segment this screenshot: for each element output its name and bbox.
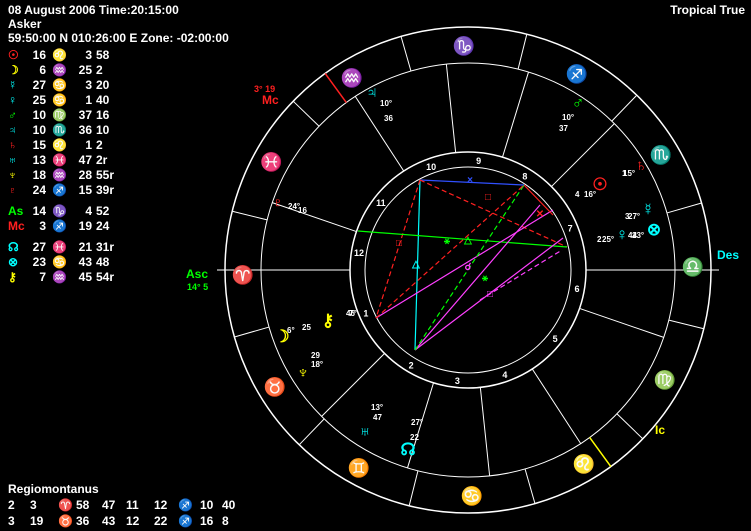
- house-number: 3: [455, 376, 460, 386]
- sign-boundary: [524, 468, 536, 504]
- libra-icon: ♎: [682, 256, 704, 277]
- sign-boundary: [408, 470, 419, 506]
- planet-minute-label: 4: [575, 190, 580, 199]
- fortune-icon: ⊗: [647, 220, 661, 239]
- aspect-symbol: ⚹: [481, 273, 489, 284]
- sign-boundary: [668, 319, 704, 330]
- sign-boundary: [611, 94, 638, 122]
- house-number: 1: [363, 308, 368, 318]
- aries-icon: ♈: [232, 264, 254, 285]
- pluto-icon: ♇: [272, 193, 285, 212]
- planet-minute-label: 22: [410, 433, 419, 442]
- house-number: 12: [354, 248, 364, 258]
- saturn-icon: ♄: [635, 156, 648, 175]
- sign-boundary: [517, 34, 528, 70]
- taurus-icon: ♉: [264, 376, 286, 397]
- aspect-symbol: ⚹: [443, 236, 451, 247]
- aspect-symbol: ✕: [536, 209, 544, 220]
- planet-degree-label: 25°: [602, 235, 614, 244]
- sign-boundary: [232, 210, 268, 221]
- imum-coeli-label: Ic: [655, 423, 665, 437]
- virgo-icon: ♍: [654, 369, 676, 390]
- planet-minute-label: 37: [559, 124, 568, 133]
- chart-window: 08 August 2006 Time:20:15:00 Asker 59:50…: [0, 0, 751, 531]
- house-number: 10: [426, 162, 436, 172]
- mercury-icon: ☿: [642, 200, 655, 219]
- aspect-symbol: □: [487, 289, 493, 300]
- midheaven-label: Mc: [262, 93, 279, 107]
- descendant-label: Des: [717, 248, 739, 262]
- planet-minute-label: 46: [346, 309, 355, 318]
- house-number: 6: [574, 284, 579, 294]
- house-cusp-line: [445, 64, 457, 153]
- cancer-icon: ♋: [461, 485, 483, 506]
- planet-degree-label: 10°: [380, 99, 392, 108]
- planet-minute-label: 2: [597, 235, 602, 244]
- planet-minute-label: 29: [311, 351, 320, 360]
- aspect-symbol: □: [485, 192, 491, 203]
- aspect-symbol: ×: [467, 175, 473, 186]
- capricorn-icon: ♑: [453, 35, 475, 56]
- planet-degree-label: 10°: [562, 113, 574, 122]
- aspect-symbol: □: [396, 238, 402, 249]
- planet-degree-label: 6°: [287, 326, 295, 335]
- chart-wheel[interactable]: 123456789101112♈♉♊♋♌♍♎♏♐♑♒♓Asc14° 5DesMc…: [0, 0, 751, 531]
- sign-boundary: [292, 100, 320, 127]
- planet-minute-label: 16: [298, 206, 307, 215]
- planet-minute-label: 47: [373, 413, 382, 422]
- planet-minute-label: 44: [628, 231, 637, 240]
- mars-icon: ♂: [572, 93, 585, 112]
- pisces-icon: ♓: [260, 151, 282, 172]
- planet-degree-label: 27°: [411, 418, 423, 427]
- planet-minute-label: 25: [302, 323, 311, 332]
- house-cusp-line: [531, 368, 582, 444]
- sign-boundary: [666, 202, 702, 214]
- planet-minute-label: 1: [622, 169, 627, 178]
- house-cusp-line: [579, 307, 664, 338]
- aspect-line: [357, 230, 568, 248]
- aspect-symbol: △: [463, 235, 472, 246]
- house-number: 11: [376, 198, 386, 208]
- planet-minute-label: 3: [625, 212, 630, 221]
- aquarius-icon: ♒: [341, 67, 363, 88]
- jupiter-icon: ♃: [366, 83, 379, 102]
- house-cusp-line: [272, 202, 357, 233]
- planet-degree-label: 27°: [628, 212, 640, 221]
- venus-icon: ♀: [616, 225, 629, 244]
- chiron-icon: ⚷: [322, 311, 334, 330]
- house-cusp-line: [502, 71, 529, 158]
- aspect-line: [375, 184, 525, 319]
- house-number: 2: [409, 361, 414, 371]
- scorpio-icon: ♏: [650, 144, 672, 165]
- midheaven-degree: 3° 19: [254, 84, 275, 94]
- planet-minute-label: 36: [384, 114, 393, 123]
- house-number: 7: [568, 224, 573, 234]
- house-number: 9: [476, 156, 481, 166]
- house-number: 5: [553, 334, 558, 344]
- ascendant-degree: 14° 5: [187, 282, 208, 292]
- sign-boundary: [234, 326, 270, 338]
- house-number: 8: [522, 171, 527, 181]
- planet-degree-label: 18°: [311, 360, 323, 369]
- sign-boundary: [298, 418, 325, 446]
- sign-boundary: [616, 413, 644, 440]
- aspect-symbol: ☌: [465, 262, 472, 273]
- leo-icon: ♌: [573, 453, 595, 474]
- gemini-icon: ♊: [348, 457, 370, 478]
- aspect-symbol: △: [411, 259, 420, 270]
- planet-degree-label: 13°: [371, 403, 383, 412]
- node-icon: ☊: [400, 440, 415, 459]
- house-cusp-line: [479, 387, 491, 476]
- uranus-icon: ♅: [359, 422, 372, 441]
- sagittarius-icon: ♐: [566, 63, 588, 84]
- ascendant-label: Asc: [186, 267, 208, 281]
- planet-degree-label: 16°: [584, 190, 596, 199]
- neptune-icon: ♆: [297, 363, 310, 382]
- sign-boundary: [400, 36, 412, 72]
- house-number: 4: [502, 370, 507, 380]
